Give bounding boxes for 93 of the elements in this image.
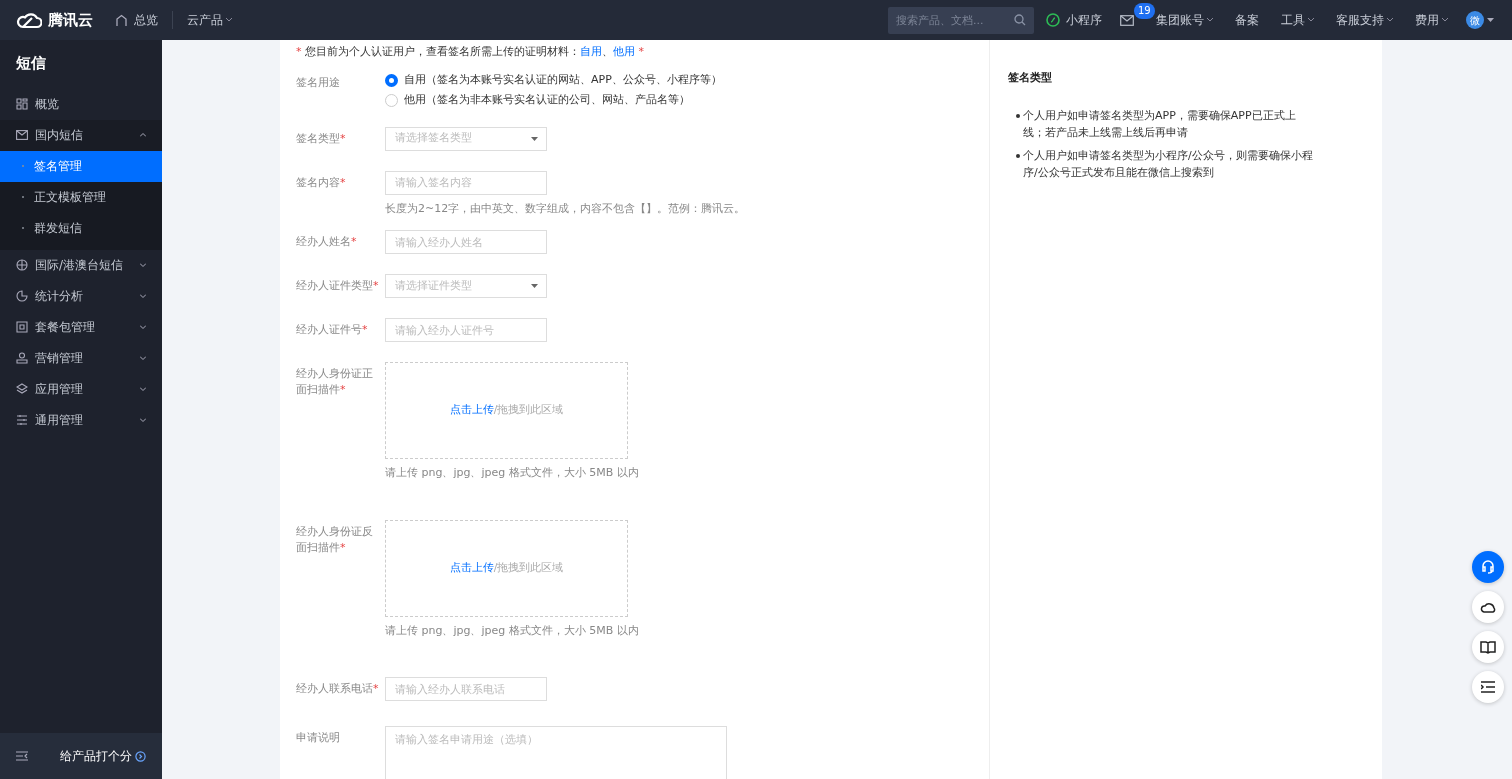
package-icon [16,321,28,333]
cloud-logo-icon [16,11,42,29]
input-field[interactable]: 请输入签名内容 [385,170,547,195]
upload-link[interactable]: 点击上传 [449,402,494,419]
notice-link[interactable]: 自用 [580,45,602,58]
book-icon [1480,640,1496,654]
mail-icon[interactable] [1120,15,1134,26]
radio-option[interactable]: 他用（签名为非本账号实名认证的公司、网站、产品名等） [385,90,722,111]
sidebar-item[interactable]: 通用管理 [35,411,133,429]
arrow-circle-icon[interactable] [135,750,146,762]
field-label: 经办人姓名* [296,234,358,250]
caret-icon [140,387,146,391]
list-icon [1481,681,1495,693]
overview-link[interactable]: 总览 [134,11,158,29]
menu-item[interactable]: 客服支持 [1336,11,1384,29]
caret-icon [1308,18,1314,22]
support-button[interactable] [1472,551,1504,583]
layers-icon [16,383,28,395]
menu-item[interactable]: 费用 [1415,11,1439,29]
mail-icon [16,129,28,141]
caret-icon [1487,18,1494,22]
mini-program-icon[interactable] [1046,13,1060,27]
input-field[interactable]: 请输入经办人姓名 [385,230,547,254]
notice-text: * 您目前为个人认证用户，查看签名所需上传的证明材料：自用、他用 * [296,44,645,60]
headset-icon [1480,559,1496,575]
help-text: 个人用户如申请签名类型为小程序/公众号，则需要确保小程序/公众号正式发布且能在微信上搜索到 [1023,147,1314,181]
caret-icon [1207,18,1213,22]
caret-icon [140,418,146,422]
submenu-item[interactable]: 正文模板管理 [0,181,162,213]
globe-icon [16,259,28,271]
sidebar-item[interactable]: 国际/港澳台短信 [35,256,133,274]
caret-icon [531,284,538,288]
field-label: 经办人身份证正面扫描件* [296,366,374,398]
sidebar-title: 短信 [15,53,47,74]
notice-link[interactable]: 他用 [613,45,635,58]
sidebar-item[interactable]: 营销管理 [35,349,133,367]
field-label: 申请说明 [296,730,341,746]
caret-icon [140,325,146,329]
menu-item[interactable]: 工具 [1281,11,1305,29]
field-label: 签名内容* [296,174,347,191]
cloud-icon [1480,600,1496,614]
pie-chart-icon [16,290,28,302]
radio-option[interactable]: 自用（签名为本账号实名认证的网站、APP、公众号、小程序等） [385,70,722,91]
search-icon[interactable] [1014,13,1026,26]
list-button[interactable] [1472,671,1504,703]
person-icon [16,352,28,364]
menu-item[interactable]: 备案 [1235,11,1259,29]
sidebar-item[interactable]: 应用管理 [35,380,133,398]
sliders-icon [16,414,28,426]
user-avatar[interactable]: 微 [1466,11,1484,29]
caret-icon [531,136,538,141]
sidebar-item[interactable]: 概览 [35,95,146,113]
caret-icon [140,294,146,298]
caret-icon [140,263,146,267]
upload-area[interactable]: 点击上传/拖拽到此区域 [385,519,628,617]
field-label: 经办人联系电话* [296,681,380,697]
grid-icon [16,98,28,110]
logo-text[interactable]: 腾讯云 [48,8,93,32]
hint-text: 请上传 png、jpg、jpeg 格式文件，大小 5MB 以内 [385,465,640,481]
field-label: 经办人证件号* [296,322,369,338]
caret-icon [140,356,146,360]
products-menu[interactable]: 云产品 [187,11,223,29]
textarea-field[interactable]: 请输入签名申请用途（选填） [385,726,727,779]
menu-collapse-icon[interactable] [16,751,28,761]
caret-icon [1442,18,1448,22]
notification-badge: 19 [1134,3,1155,19]
home-icon[interactable] [115,13,128,27]
sidebar-item[interactable]: 套餐包管理 [35,318,133,336]
submenu-item[interactable]: 群发短信 [0,212,162,244]
field-label: 经办人身份证反面扫描件* [296,523,374,556]
hint-text: 请上传 png、jpg、jpeg 格式文件，大小 5MB 以内 [385,622,640,639]
help-text: 个人用户如申请签名类型为APP，需要确保APP已正式上线；若产品未上线需上线后再申请 [1023,107,1297,141]
rate-product-link[interactable]: 给产品打个分 [60,747,132,765]
menu-item[interactable]: 集团账号 [1156,11,1204,29]
field-label: 经办人证件类型* [296,278,380,294]
mini-program-link[interactable]: 小程序 [1066,11,1102,29]
caret-icon [1387,18,1393,22]
search-field[interactable]: 搜索产品、文档... [888,6,1034,34]
caret-icon [140,133,146,137]
bullet-icon [1016,153,1020,158]
docs-button[interactable] [1472,631,1504,663]
bullet-icon [1016,113,1020,118]
hint-text: 长度为2~12字，由中英文、数字组成，内容不包含【】。范例：腾讯云。 [385,200,747,217]
submenu-item[interactable]: 签名管理 [0,150,162,182]
cloud-button[interactable] [1472,591,1504,623]
upload-link[interactable]: 点击上传 [449,559,494,577]
sidebar-item[interactable]: 统计分析 [35,287,133,305]
field-label: 签名用途 [296,74,341,91]
input-field[interactable]: 请输入经办人联系电话 [385,677,547,701]
help-title: 签名类型 [1008,70,1053,86]
upload-area[interactable]: 点击上传/拖拽到此区域 [385,362,628,459]
caret-icon [226,18,232,22]
field-label: 签名类型* [296,130,347,147]
